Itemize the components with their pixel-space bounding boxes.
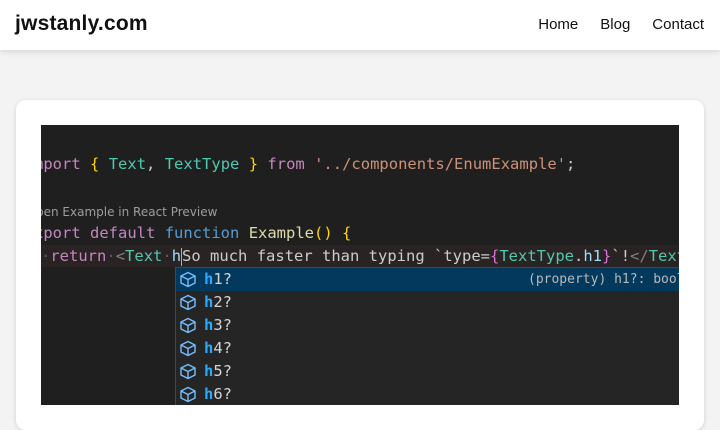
suggestion-item-h3[interactable]: h3? [176,314,679,337]
code-line-import: mport { Text, TextType } from '../compon… [41,155,576,173]
suggestion-item-h4[interactable]: h4? [176,337,679,360]
suggestion-item-h6[interactable]: h6? [176,383,679,405]
property-cube-icon [180,294,196,311]
site-logo-text[interactable]: jwstanly.com [15,12,148,36]
suggestion-item-h2[interactable]: h2? [176,291,679,314]
suggestion-detail: (property) h1?: bool [528,272,679,287]
code-editor-screenshot: mport { Text, TextType } from '../compon… [41,125,679,405]
main-nav: Home Blog Contact [516,16,704,33]
property-cube-icon [180,340,196,357]
suggestion-item-h5[interactable]: h5? [176,360,679,383]
code-line-return[interactable]: ·return·<Text·hSo much faster than typin… [41,245,679,267]
nav-contact-link[interactable]: Contact [652,16,704,33]
site-header: jwstanly.com Home Blog Contact [0,0,720,50]
nav-blog-link[interactable]: Blog [600,16,630,33]
property-cube-icon [180,271,196,288]
autocomplete-suggestion-list: h1? (property) h1?: bool h2? h3? h4? h5?… [175,267,679,405]
nav-home-link[interactable]: Home [538,16,578,33]
property-cube-icon [180,386,196,403]
code-line-export: xport default function Example() { [41,224,352,242]
property-cube-icon [180,363,196,380]
codelens-open-preview[interactable]: pen Example in React Preview [41,205,217,219]
suggestion-item-h1[interactable]: h1? (property) h1?: bool [176,268,679,291]
property-cube-icon [180,317,196,334]
